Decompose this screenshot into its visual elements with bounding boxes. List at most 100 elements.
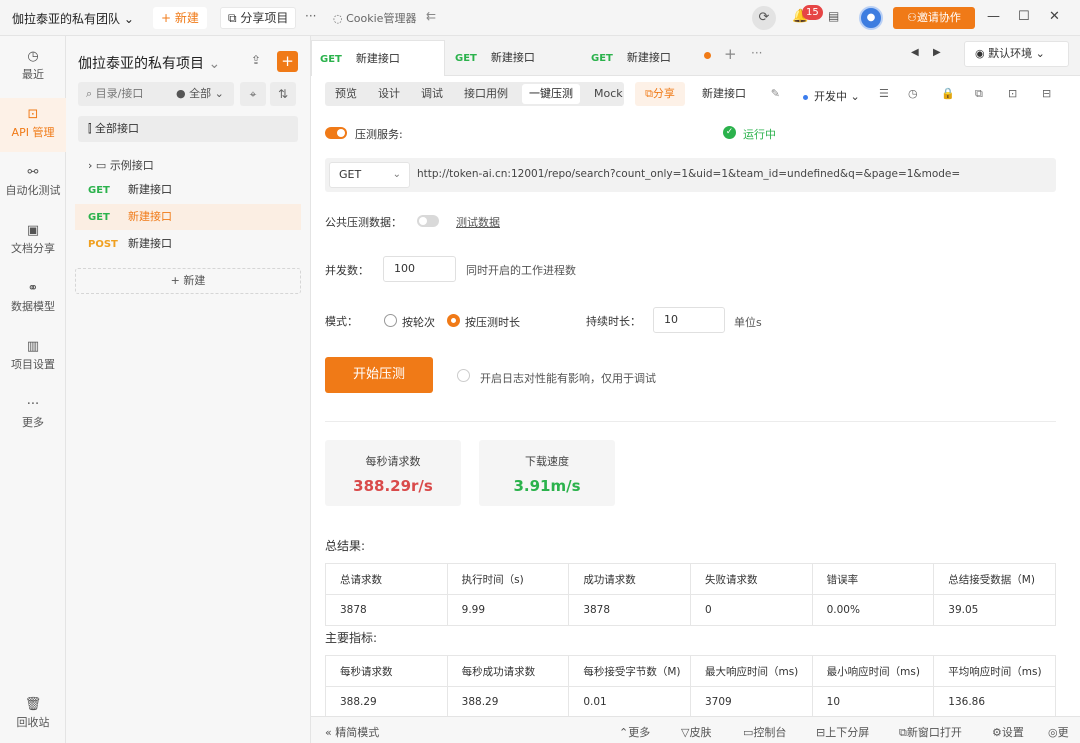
project-selector[interactable]: 伽拉泰亚的私有项目 ⌄ bbox=[78, 53, 220, 73]
new-window-button[interactable]: ⧉新窗口打开 bbox=[899, 724, 962, 740]
environment-select[interactable]: ◉ 默认环境 ⌄ bbox=[964, 41, 1069, 67]
minimize-icon[interactable]: — bbox=[987, 9, 1000, 24]
status-select[interactable]: 开发中 ⌄ bbox=[803, 88, 860, 104]
main-panel: GET 新建接口 GET 新建接口 GET 新建接口 + ··· ◀ ▶ ◉ 默认环境… bbox=[311, 36, 1080, 743]
console-button[interactable]: ▭控制台 bbox=[743, 724, 786, 740]
cookie-manager-button[interactable]: ◌ Cookie管理器 bbox=[333, 10, 416, 26]
tab-more-icon[interactable]: ··· bbox=[751, 46, 762, 60]
nav-more-label: 更多 bbox=[22, 416, 44, 429]
start-stress-button[interactable]: 开始压测 bbox=[325, 357, 433, 393]
subtab-mock[interactable]: Mock bbox=[587, 84, 630, 104]
nav-more[interactable]: ··· 更多 bbox=[0, 392, 66, 440]
api-item-selected[interactable]: GET 新建接口 bbox=[75, 204, 301, 230]
tab-api-3[interactable]: GET 新建接口 bbox=[583, 40, 701, 76]
share-icon: ⧉ bbox=[645, 87, 653, 100]
subtab-design[interactable]: 设计 bbox=[371, 84, 407, 104]
subtab-debug[interactable]: 调试 bbox=[414, 84, 450, 104]
settings-icon: ▥ bbox=[26, 339, 40, 354]
nav-doc-share[interactable]: ▣ 文档分享 bbox=[0, 218, 66, 266]
tree-new-button[interactable]: + 新建 bbox=[75, 268, 301, 294]
search-filter-select[interactable]: ● 全部 ⌄ bbox=[176, 82, 224, 106]
subtab-stress-test[interactable]: 一键压测 bbox=[522, 84, 580, 104]
update-button[interactable]: ◎更 bbox=[1048, 724, 1069, 740]
concurrency-input[interactable]: 100 bbox=[383, 256, 456, 282]
skin-button[interactable]: ▽皮肤 bbox=[681, 724, 711, 740]
api-item[interactable]: POST 新建接口 bbox=[75, 231, 301, 257]
nav-api-management[interactable]: ⊡ API 管理 bbox=[0, 98, 66, 152]
duration-input[interactable]: 10 bbox=[653, 307, 725, 333]
import-icon[interactable]: ⇪ bbox=[251, 53, 261, 67]
table-header-cell: 错误率 bbox=[811, 563, 935, 595]
locate-icon[interactable]: ⌖ bbox=[240, 82, 266, 106]
tab-prev-icon[interactable]: ◀ bbox=[911, 47, 919, 58]
mode-duration-radio[interactable] bbox=[447, 314, 460, 327]
subtab-test-cases[interactable]: 接口用例 bbox=[457, 84, 515, 104]
add-api-button[interactable]: + bbox=[277, 51, 298, 72]
nav-settings-label: 项目设置 bbox=[11, 358, 55, 371]
method-badge: POST bbox=[88, 239, 118, 250]
bottom-bar: « 精简模式 ⌃更多 ▽皮肤 ▭控制台 ⊟上下分屏 ⧉新窗口打开 ⚙设置 ◎更 bbox=[311, 716, 1080, 743]
model-icon: ⚭ bbox=[27, 281, 39, 296]
maximize-icon[interactable]: ☐ bbox=[1018, 9, 1030, 24]
search-input[interactable]: ⌕ 目录/接口 ● 全部 ⌄ bbox=[78, 82, 234, 106]
method-value: GET bbox=[339, 168, 362, 181]
lock-icon[interactable]: 🔒 bbox=[941, 87, 955, 100]
method-select[interactable]: GET ⌄ bbox=[329, 162, 410, 188]
method-badge: GET bbox=[88, 185, 110, 196]
close-icon[interactable]: ✕ bbox=[1049, 9, 1060, 24]
simple-mode-button[interactable]: « 精简模式 bbox=[325, 724, 379, 740]
tab-api-2[interactable]: GET 新建接口 bbox=[447, 40, 581, 76]
tab-label: 新建接口 bbox=[355, 52, 400, 65]
nav-project-settings[interactable]: ▥ 项目设置 bbox=[0, 334, 66, 382]
nav-trash[interactable]: 🗑 回收站 bbox=[0, 692, 66, 740]
team-switcher[interactable]: 伽拉泰亚的私有团队 ⌄ bbox=[12, 10, 134, 27]
chevron-up-icon: ⌃ bbox=[619, 726, 629, 739]
table-header-cell: 最大响应时间（ms) bbox=[689, 655, 813, 687]
mode-rounds-label: 按轮次 bbox=[402, 316, 435, 329]
share-button[interactable]: ⧉分享 bbox=[635, 82, 685, 106]
subtab-preview[interactable]: 预览 bbox=[328, 84, 364, 104]
api-name-input[interactable]: 新建接口 ✎ bbox=[694, 82, 786, 106]
tab-api-1[interactable]: GET 新建接口 bbox=[311, 40, 445, 76]
chevron-down-icon: ⌄ bbox=[1035, 47, 1045, 60]
sort-icon[interactable]: ⇅ bbox=[270, 82, 296, 106]
more-dots-icon[interactable]: ··· bbox=[305, 9, 316, 23]
collapse-icon[interactable]: ⇇ bbox=[426, 9, 436, 23]
notification-badge: 15 bbox=[802, 5, 823, 20]
more-button[interactable]: ⌃更多 bbox=[619, 724, 650, 740]
settings-button[interactable]: ⚙设置 bbox=[992, 724, 1024, 740]
nav-automation[interactable]: ⚯ 自动化测试 bbox=[0, 160, 66, 208]
avatar[interactable]: ● bbox=[859, 6, 883, 30]
cookie-icon: ◌ bbox=[333, 12, 347, 25]
update-label: 更 bbox=[1057, 726, 1069, 739]
enable-log-checkbox[interactable] bbox=[457, 369, 470, 382]
list-icon[interactable]: ☰ bbox=[879, 87, 889, 100]
copy-icon[interactable]: ⧉ bbox=[975, 87, 983, 101]
code-icon[interactable]: ⊡ bbox=[1008, 87, 1017, 100]
folder-example-apis[interactable]: › ▭ 示例接口 bbox=[88, 157, 154, 173]
add-tab-icon[interactable]: + bbox=[724, 45, 737, 63]
api-item[interactable]: GET 新建接口 bbox=[75, 177, 301, 203]
url-text[interactable]: http://token-ai.cn:12001/repo/search?cou… bbox=[417, 168, 960, 180]
title-bar: 伽拉泰亚的私有团队 ⌄ + 新建 ⧉ 分享项目 ··· ◌ Cookie管理器 … bbox=[0, 0, 1080, 36]
share-project-button[interactable]: ⧉ 分享项目 bbox=[220, 7, 297, 29]
all-apis-item[interactable]: ⫿ 全部接口 bbox=[78, 116, 298, 142]
history-icon[interactable]: ◷ bbox=[908, 87, 918, 100]
left-nav: ◷ 最近 ⊡ API 管理 ⚯ 自动化测试 ▣ 文档分享 ⚭ 数据模型 ▥ 项目设置 ···… bbox=[0, 36, 66, 743]
split-view-button[interactable]: ⊟上下分屏 bbox=[816, 724, 869, 740]
chevron-down-icon: ⌄ bbox=[850, 90, 860, 103]
document-icon[interactable]: ▤ bbox=[828, 9, 839, 23]
nav-recent[interactable]: ◷ 最近 bbox=[0, 44, 66, 92]
invite-button[interactable]: ⚇邀请协作 bbox=[893, 7, 975, 29]
tab-next-icon[interactable]: ▶ bbox=[933, 47, 941, 58]
stress-service-toggle[interactable] bbox=[325, 127, 347, 139]
table-header-row: 总请求数 执行时间（s) 成功请求数 失败请求数 错误率 总结接受数据（M) bbox=[325, 563, 1056, 595]
expand-icon[interactable]: ⊟ bbox=[1042, 87, 1051, 100]
public-data-toggle[interactable] bbox=[417, 215, 439, 227]
mode-rounds-radio[interactable] bbox=[384, 314, 397, 327]
new-button[interactable]: + 新建 bbox=[153, 7, 207, 29]
table-cell: 10 bbox=[811, 686, 935, 718]
nav-data-model[interactable]: ⚭ 数据模型 bbox=[0, 276, 66, 324]
sync-icon[interactable]: ⟳ bbox=[752, 6, 776, 30]
test-data-link[interactable]: 测试数据 bbox=[456, 214, 500, 230]
